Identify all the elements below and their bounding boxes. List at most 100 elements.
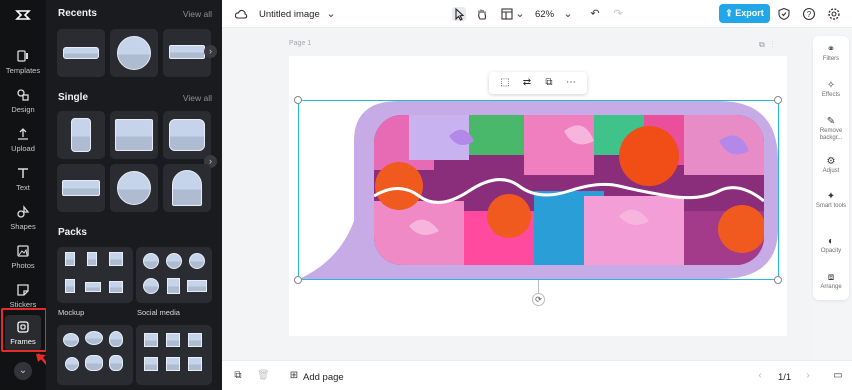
tool-label: Smart tools	[815, 203, 847, 209]
left-rail: Templates Design Upload Text Shapes Phot…	[0, 0, 47, 390]
select-cursor-icon[interactable]	[452, 7, 466, 21]
pack-mockup-tile[interactable]	[57, 247, 133, 303]
duplicate-page-icon[interactable]: ⧉	[759, 40, 765, 49]
settings-gear-icon[interactable]	[827, 7, 841, 21]
context-toolbar: ⬚ ⇄ ⧉ ⋯	[489, 72, 587, 94]
single-frame-tile[interactable]	[163, 164, 211, 212]
hand-pan-icon[interactable]	[475, 7, 489, 21]
more-options-icon[interactable]: ⋮	[771, 40, 773, 49]
page-counter: 1/1	[778, 372, 792, 383]
layout-icon[interactable]	[500, 7, 514, 21]
help-icon[interactable]: ?	[802, 7, 816, 21]
rail-item-label: Design	[11, 105, 35, 114]
single-frame-tile[interactable]	[163, 111, 211, 159]
design-icon	[15, 87, 31, 103]
tool-label: Arrange	[820, 284, 842, 290]
previous-page-icon[interactable]: ‹	[754, 370, 766, 382]
rail-item-label: Templates	[5, 66, 41, 75]
tool-arrange[interactable]: ⧈ Arrange	[813, 272, 849, 291]
rail-item-design[interactable]: Design	[0, 83, 46, 119]
replace-icon[interactable]: ⇄	[520, 76, 534, 90]
shield-icon[interactable]	[777, 7, 791, 21]
redo-icon[interactable]: ↷	[611, 7, 625, 21]
effects-icon: ✧	[826, 80, 836, 91]
recents-next-icon[interactable]: ›	[204, 45, 217, 58]
stickers-icon	[15, 282, 31, 298]
rotate-stem	[538, 280, 539, 293]
more-horizontal-icon[interactable]: ⋯	[564, 76, 578, 90]
single-view-all-link[interactable]: View all	[183, 93, 212, 103]
recent-frame-tile[interactable]	[57, 29, 105, 77]
tool-filters[interactable]: ⚭ Filters	[813, 44, 849, 63]
rail-item-templates[interactable]: Templates	[0, 44, 46, 80]
pack-tile[interactable]	[136, 325, 212, 385]
rail-item-label: Upload	[11, 144, 35, 153]
top-toolbar: Untitled image ⌄ ⌄ 62% ⌄ ↶ ↷ ⇪ Export ?	[222, 0, 852, 28]
cloud-icon[interactable]	[234, 7, 248, 21]
single-frame-tile[interactable]	[57, 111, 105, 159]
single-frame-tile[interactable]	[110, 164, 158, 212]
tool-adjust[interactable]: ⚙ Adjust	[813, 156, 849, 175]
document-title[interactable]: Untitled image	[259, 9, 320, 20]
tool-effects[interactable]: ✧ Effects	[813, 80, 849, 99]
resize-handle[interactable]	[774, 96, 782, 104]
rail-item-photos[interactable]: Photos	[0, 239, 46, 275]
tool-label: Effects	[821, 92, 841, 98]
next-page-icon[interactable]: ›	[802, 370, 814, 382]
shapes-icon	[15, 204, 31, 220]
capcut-logo-icon[interactable]	[14, 6, 32, 24]
pack-label: Social media	[137, 308, 180, 317]
rail-item-label: Shapes	[10, 222, 36, 231]
duplicate-icon[interactable]: ⧉	[542, 76, 556, 90]
zoom-level[interactable]: 62%	[535, 9, 554, 20]
arrange-icon: ⧈	[827, 272, 835, 283]
crop-select-icon[interactable]: ⬚	[498, 76, 512, 90]
resize-handle[interactable]	[294, 276, 302, 284]
text-icon	[15, 165, 31, 181]
recent-frame-tile[interactable]	[110, 29, 158, 77]
zoom-chevron-down-icon[interactable]: ⌄	[561, 7, 575, 21]
rail-item-shapes[interactable]: Shapes	[0, 200, 46, 236]
single-frame-tile[interactable]	[57, 164, 105, 212]
remove-background-icon: ✎	[826, 116, 836, 127]
tool-label: Remove backgr...	[819, 128, 843, 141]
canvas-area: Page 1 ⧉ ⋮ ⟳ ⬚ ⇄ ⧉ ⋯	[222, 28, 812, 360]
resize-handle[interactable]	[774, 276, 782, 284]
tool-label: Filters	[822, 56, 840, 62]
resize-handle[interactable]	[294, 96, 302, 104]
single-frame-tile[interactable]	[110, 111, 158, 159]
templates-icon	[15, 48, 31, 64]
bottom-bar: ⧉ 🗑 ⊞ Add page ‹ 1/1 › ▭	[222, 360, 852, 390]
pack-tile[interactable]	[57, 325, 133, 385]
tool-smart-tools[interactable]: ✦ Smart tools	[813, 191, 849, 210]
rail-item-text[interactable]: Text	[0, 161, 46, 197]
selection-box	[298, 100, 779, 280]
add-page-button[interactable]: Add page	[303, 372, 344, 383]
chevron-down-icon[interactable]: ⌄	[14, 362, 32, 380]
delete-page-icon[interactable]: 🗑	[257, 370, 270, 382]
add-page-icon[interactable]: ⊞	[288, 370, 300, 382]
copy-page-icon[interactable]: ⧉	[232, 370, 244, 382]
svg-text:?: ?	[807, 10, 812, 19]
upload-icon	[15, 126, 31, 142]
photos-icon	[15, 243, 31, 259]
recents-view-all-link[interactable]: View all	[183, 9, 212, 19]
tool-remove-background[interactable]: ✎ Remove backgr...	[813, 116, 849, 142]
pack-social-media-tile[interactable]	[136, 247, 212, 303]
export-button[interactable]: ⇪ Export	[719, 4, 770, 23]
presentation-icon[interactable]: ▭	[832, 370, 844, 382]
export-label: Export	[735, 8, 764, 18]
opacity-icon: ◐	[827, 236, 835, 247]
recents-title: Recents	[58, 8, 97, 19]
rail-item-label: Photos	[11, 261, 35, 270]
tool-opacity[interactable]: ◐ Opacity	[813, 236, 849, 255]
filters-icon: ⚭	[826, 44, 836, 55]
layout-chevron-down-icon[interactable]: ⌄	[513, 7, 527, 21]
page-label: Page 1	[289, 40, 312, 47]
tool-label: Opacity	[820, 248, 842, 254]
rail-item-label: Text	[16, 183, 30, 192]
undo-icon[interactable]: ↶	[588, 7, 602, 21]
rail-item-upload[interactable]: Upload	[0, 122, 46, 158]
title-chevron-down-icon[interactable]: ⌄	[324, 7, 338, 21]
rotate-handle-icon[interactable]: ⟳	[532, 293, 545, 306]
